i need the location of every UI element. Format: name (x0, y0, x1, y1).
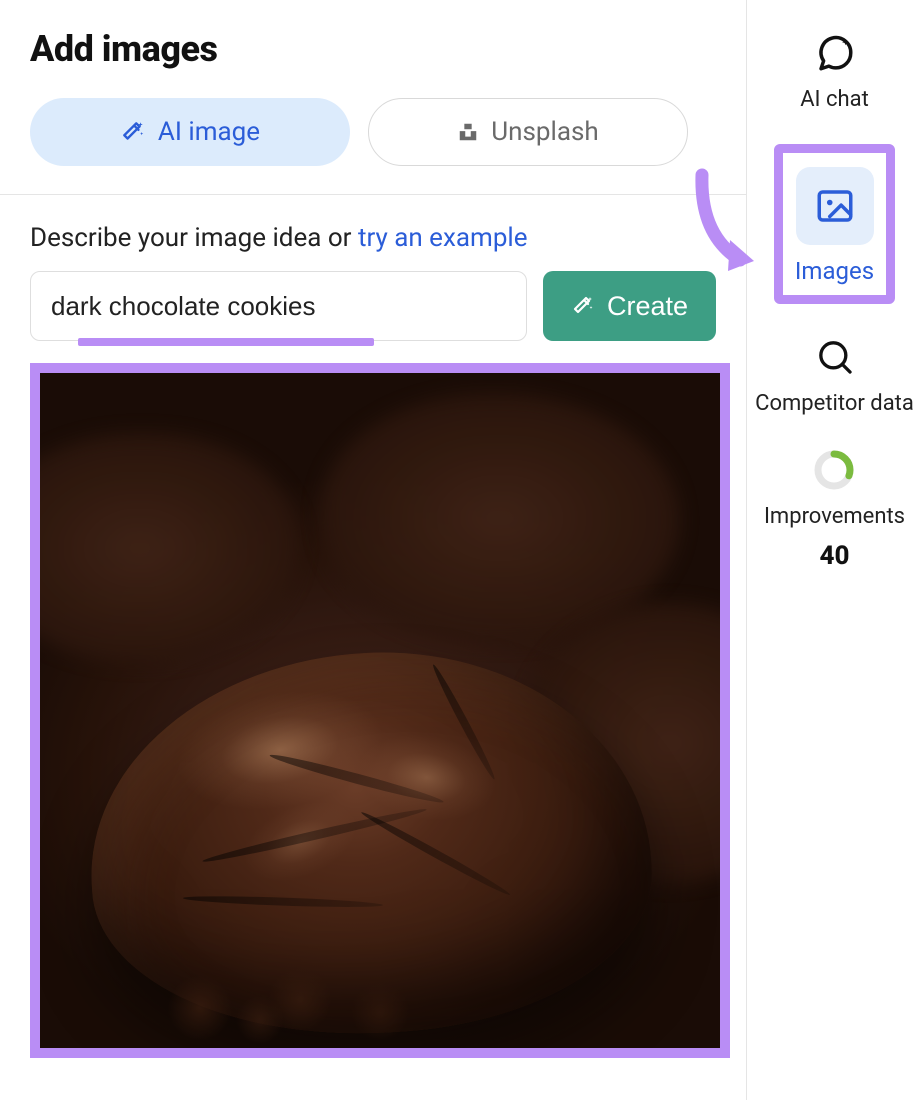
image-prompt-input[interactable] (30, 271, 527, 341)
generated-image[interactable] (40, 373, 720, 1048)
sidebar-item-improvements[interactable]: Improvements 40 (764, 447, 905, 571)
image-icon (796, 167, 874, 245)
divider (0, 194, 746, 195)
sidebar-ai-chat-label: AI chat (800, 86, 869, 114)
tab-row: AI image Unsplash (30, 98, 716, 166)
highlight-underline (78, 338, 374, 346)
prompt-label: Describe your image idea or try an examp… (30, 223, 716, 253)
chat-sparkle-icon (812, 30, 858, 76)
improvements-count: 40 (819, 541, 849, 571)
sidebar-competitor-label: Competitor data (755, 390, 914, 418)
create-button-label: Create (607, 291, 688, 322)
sidebar-improvements-label: Improvements (764, 503, 905, 531)
input-row: Create (30, 271, 716, 341)
sidebar: AI chat Images Competitor data I (747, 0, 922, 1100)
progress-ring-icon (811, 447, 857, 493)
tab-ai-image[interactable]: AI image (30, 98, 350, 166)
sidebar-item-ai-chat[interactable]: AI chat (800, 30, 869, 114)
unsplash-icon (457, 121, 479, 143)
wand-sparkle-icon (571, 294, 595, 318)
tab-unsplash[interactable]: Unsplash (368, 98, 688, 166)
sidebar-images-label: Images (795, 257, 874, 285)
try-example-link[interactable]: try an example (358, 223, 528, 253)
main-panel: Add images AI image Unsplash (0, 0, 747, 1100)
wand-sparkle-icon (120, 119, 146, 145)
search-icon (812, 334, 858, 380)
prompt-describe-text: Describe your image idea or (30, 223, 358, 253)
sidebar-item-images[interactable]: Images (774, 144, 895, 304)
page-title: Add images (30, 28, 716, 70)
tab-unsplash-label: Unsplash (491, 117, 598, 147)
generated-image-frame (30, 363, 730, 1058)
create-button[interactable]: Create (543, 271, 716, 341)
sidebar-item-competitor[interactable]: Competitor data (755, 334, 914, 418)
image-prompt-wrap (30, 271, 527, 341)
tab-ai-label: AI image (158, 117, 260, 147)
